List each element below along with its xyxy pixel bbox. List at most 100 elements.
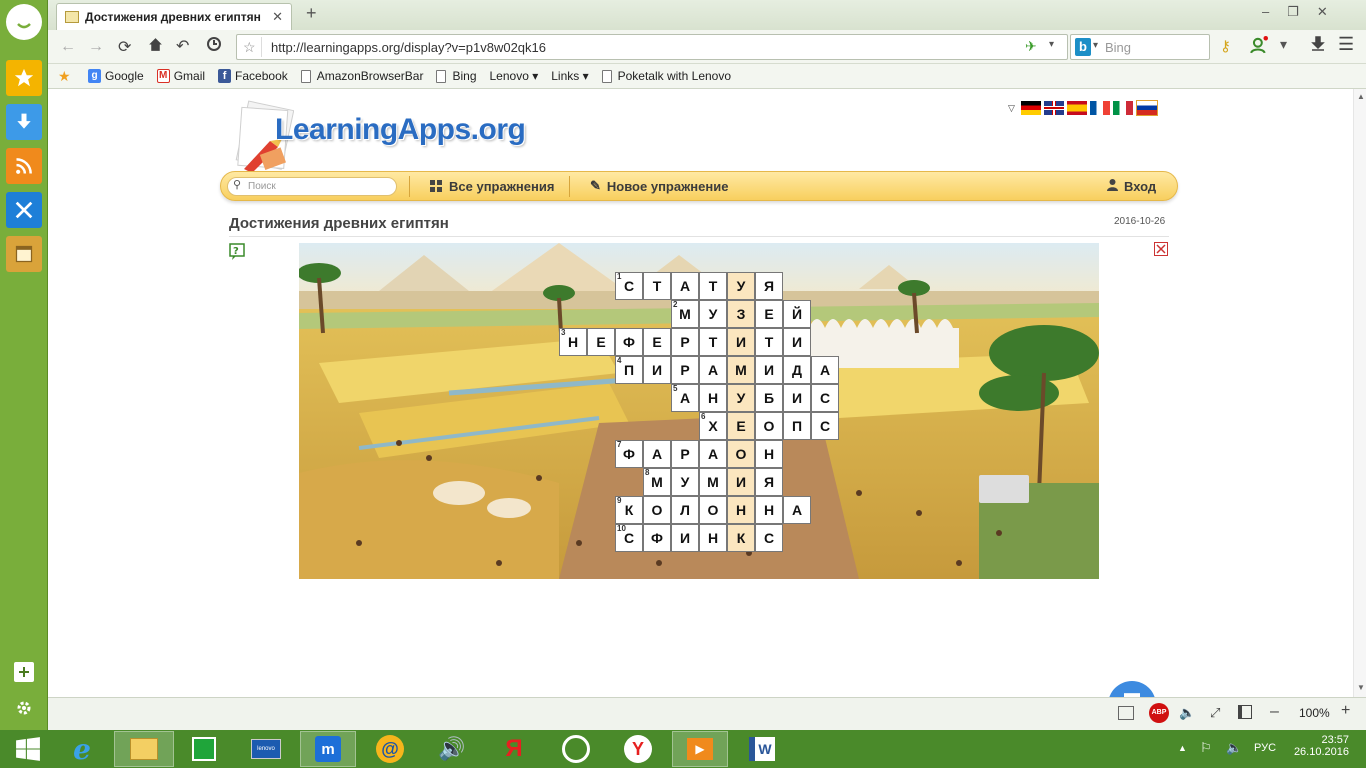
crossword-cell[interactable]: А5 [671,384,699,412]
crossword-cell[interactable]: Е [643,328,671,356]
crossword-cell[interactable]: Д [783,356,811,384]
close-window-icon[interactable]: ✕ [1317,4,1328,19]
crossword-cell[interactable]: М [699,468,727,496]
crossword-cell[interactable]: Ф7 [615,440,643,468]
address-bar[interactable]: ☆ http://learningapps.org/display?v=p1v8… [236,34,1068,60]
crossword-cell[interactable]: Т [755,328,783,356]
tray-volume-icon[interactable]: 🔈 [1226,740,1242,756]
crossword-cell[interactable]: Л [671,496,699,524]
crossword-cell[interactable]: Е [755,300,783,328]
crossword-cell[interactable]: О [755,412,783,440]
download-icon[interactable] [6,104,42,140]
crossword-cell[interactable]: С [811,384,839,412]
taskbar-explorer-icon[interactable] [114,731,174,767]
crossword-cell[interactable]: К9 [615,496,643,524]
crossword-cell[interactable]: П4 [615,356,643,384]
speed-dial-icon[interactable] [1118,706,1134,720]
crossword-cell[interactable]: И [727,328,755,356]
address-dropdown-icon[interactable]: ▾ [1049,39,1054,50]
crossword-cell[interactable]: Н [727,496,755,524]
crossword-cell[interactable]: Р [671,328,699,356]
crossword-cell[interactable]: Ф [615,328,643,356]
crossword-cell[interactable]: А [671,272,699,300]
crossword-cell[interactable]: А [699,356,727,384]
flag-en-icon[interactable] [1044,101,1064,115]
nav-new-exercise[interactable]: ✎ Новое упражнение [590,172,728,200]
bookmark-folder-links[interactable]: Links ▾ [551,69,588,83]
crossword-cell[interactable]: Т [699,272,727,300]
url-text[interactable]: http://learningapps.org/display?v=p1v8w0… [271,40,546,55]
crossword-cell[interactable]: М8 [643,468,671,496]
crossword-cell[interactable]: Т [699,328,727,356]
crossword-cell[interactable]: К [727,524,755,552]
crossword-cell[interactable]: С [811,412,839,440]
bookmark-amazonbrowserbar[interactable]: AmazonBrowserBar [300,69,423,83]
compat-icon[interactable]: ✈ [1025,38,1037,55]
crossword-cell[interactable]: П [783,412,811,440]
crossword-cell[interactable]: Н3 [559,328,587,356]
scroll-up-icon[interactable]: ▲ [1357,92,1365,101]
home-icon[interactable] [147,36,164,56]
add-panel-icon[interactable] [14,662,34,682]
taskbar-video-icon[interactable]: ▶ [672,731,728,767]
taskbar-store-icon[interactable] [176,731,232,767]
flag-fr-icon[interactable] [1090,101,1110,115]
taskbar-mail-icon[interactable]: @ [362,731,418,767]
flag-de-icon[interactable] [1021,101,1041,115]
back-icon[interactable]: ← [60,38,76,56]
crossword-cell[interactable]: О [727,440,755,468]
crossword-cell[interactable]: Я [755,272,783,300]
taskbar-yandex-icon[interactable]: Я [486,731,542,767]
forward-icon[interactable]: → [88,38,104,56]
crossword-cell[interactable]: М [727,356,755,384]
bookmark-star-icon[interactable]: ☆ [243,39,256,56]
flag-it-icon[interactable] [1113,101,1133,115]
bookmark-folder-lenovo[interactable]: Lenovo ▾ [490,69,539,83]
crossword-cell[interactable]: Х6 [699,412,727,440]
history-icon[interactable] [206,36,222,55]
favorites-icon[interactable] [6,60,42,96]
taskbar-maxthon-icon[interactable]: m [300,731,356,767]
taskbar-yandex-browser-icon[interactable]: Y [610,731,666,767]
crossword-cell[interactable]: Н [699,384,727,412]
zoom-in-button[interactable]: + [1341,702,1350,720]
crossword-cell[interactable]: Е [587,328,615,356]
fullscreen-toggle-icon[interactable]: ⤢ [1210,705,1220,721]
sidebar-toggle-icon[interactable] [1238,705,1252,719]
fullscreen-icon[interactable] [1154,242,1168,259]
crossword-cell[interactable]: И [643,356,671,384]
crossword-cell[interactable]: У [727,384,755,412]
settings-gear-icon[interactable] [14,698,34,718]
crossword-cell[interactable]: М2 [671,300,699,328]
zoom-level[interactable]: 100% [1299,706,1330,720]
scroll-down-icon[interactable]: ▼ [1357,683,1365,692]
crossword-cell[interactable]: О [699,496,727,524]
crossword-cell[interactable]: О [643,496,671,524]
tray-expand-icon[interactable]: ▲ [1178,743,1187,753]
crossword-cell[interactable]: Е [727,412,755,440]
tray-language[interactable]: РУС [1254,742,1276,754]
nav-all-exercises[interactable]: Все упражнения [430,172,554,200]
key-icon[interactable]: ⚷ [1220,37,1231,55]
taskbar-ie-icon[interactable]: e [54,731,110,767]
bookmark-facebook[interactable]: f Facebook [218,69,288,83]
taskbar-lenovo-icon[interactable]: lenovo [238,731,294,767]
browser-tab[interactable]: Достижения древних египтян ✕ [56,3,292,30]
adblock-icon[interactable]: ABP [1149,703,1169,723]
undo-close-icon[interactable]: ↶ [176,36,189,56]
notes-icon[interactable] [6,236,42,272]
search-box[interactable]: b ▾ Bing [1070,34,1210,60]
new-tab-button[interactable]: + [306,3,317,24]
crossword-cell[interactable]: А [643,440,671,468]
flag-es-icon[interactable] [1067,101,1087,115]
crossword-cell[interactable]: Н [755,496,783,524]
crossword-cell[interactable]: У [727,272,755,300]
crossword-cell[interactable]: С 10 [615,524,643,552]
bookmark-poketalk[interactable]: Poketalk with Lenovo [601,69,731,83]
nav-login[interactable]: Вход [1107,172,1156,200]
start-button[interactable] [0,731,56,767]
tray-clock[interactable]: 23:57 26.10.2016 [1294,734,1349,758]
maximize-icon[interactable]: ❐ [1287,4,1317,19]
crossword-cell[interactable]: И [783,328,811,356]
crossword-cell[interactable]: А [811,356,839,384]
